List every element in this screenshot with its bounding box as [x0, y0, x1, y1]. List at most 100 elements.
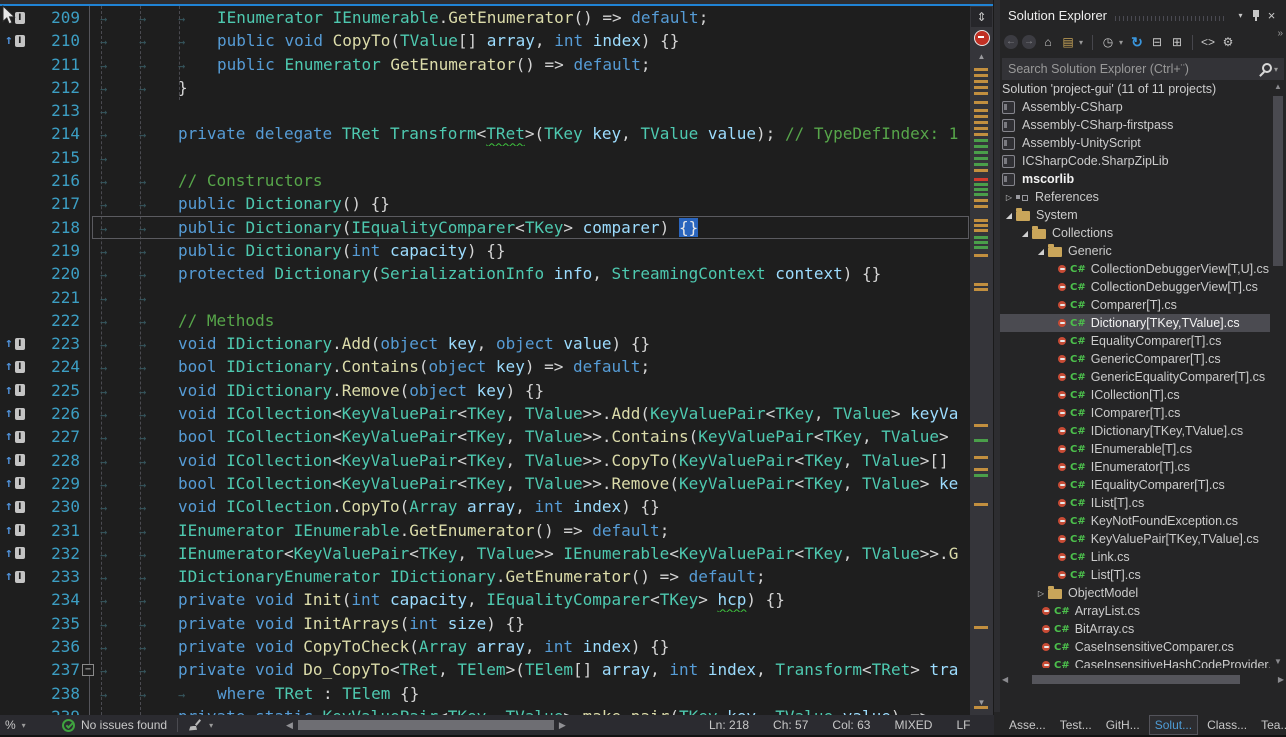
panel-tab[interactable]: Asse... — [1004, 716, 1051, 734]
tree-item[interactable]: ◢System — [1000, 206, 1270, 224]
eol-indicator[interactable]: LF — [956, 718, 970, 732]
code-line[interactable]: 216→→// Constructors — [0, 169, 970, 192]
document-health-icon[interactable] — [974, 30, 990, 46]
implements-interface-icon[interactable]: ↑I — [5, 430, 25, 443]
line-indicator[interactable]: Ln: 218 — [709, 718, 749, 732]
search-input[interactable]: Search Solution Explorer (Ctrl+¨) — [1008, 62, 1255, 76]
code-line[interactable]: 211→→→public Enumerator GetEnumerator() … — [0, 53, 970, 76]
implements-interface-icon[interactable]: ↑I — [5, 500, 25, 513]
code-line[interactable]: 214→→private delegate TRet Transform<TRe… — [0, 122, 970, 145]
close-icon[interactable]: × — [1263, 8, 1280, 23]
tree-item[interactable]: mscorlib — [1000, 170, 1270, 188]
scroll-up-icon[interactable]: ▲ — [1271, 82, 1285, 91]
pin-icon[interactable] — [1249, 8, 1263, 23]
code-line[interactable]: ↑I228→→void ICollection<KeyValuePair<TKe… — [0, 449, 970, 472]
tree-item[interactable]: C#IDictionary[TKey,TValue].cs — [1000, 422, 1270, 440]
tree-item[interactable]: C#KeyValuePair[TKey,TValue].cs — [1000, 530, 1270, 548]
forward-icon[interactable]: → — [1022, 35, 1036, 49]
tree-item[interactable]: C#CaseInsensitiveComparer.cs — [1000, 638, 1270, 656]
tree-item[interactable]: C#GenericEqualityComparer[T].cs — [1000, 368, 1270, 386]
editor-scrollbar[interactable] — [970, 6, 993, 715]
tree-item[interactable]: C#Dictionary[TKey,TValue].cs — [1000, 314, 1270, 332]
scroll-down-icon[interactable]: ▼ — [1271, 657, 1285, 666]
character-indicator[interactable]: Ch: 57 — [773, 718, 808, 732]
tree-item[interactable]: C#ICollection[T].cs — [1000, 386, 1270, 404]
code-line[interactable]: 221→→ — [0, 286, 970, 309]
search-box[interactable]: Search Solution Explorer (Ctrl+¨) ▾ — [1002, 58, 1284, 80]
tree-item[interactable]: C#EqualityComparer[T].cs — [1000, 332, 1270, 350]
tree-item[interactable]: ICSharpCode.SharpZipLib — [1000, 152, 1270, 170]
implements-interface-icon[interactable]: ↑I — [5, 454, 25, 467]
tree-item[interactable]: C#List[T].cs — [1000, 566, 1270, 584]
code-line[interactable]: 239→→private static KeyValuePair<TKey, T… — [0, 705, 970, 715]
code-line[interactable]: ↑I230→→void ICollection.CopyTo(Array arr… — [0, 495, 970, 518]
scroll-right-icon[interactable]: ▶ — [559, 720, 566, 731]
code-line[interactable]: ↑I210→→→public void CopyTo(TValue[] arra… — [0, 29, 970, 52]
chevron-collapsed-icon[interactable]: ▷ — [1002, 193, 1016, 202]
chevron-down-icon[interactable]: ▾ — [1077, 38, 1085, 47]
tree-item[interactable]: Assembly-UnityScript — [1000, 134, 1270, 152]
implements-interface-icon[interactable]: ↑I — [5, 407, 25, 420]
panel-tab[interactable]: GitH... — [1101, 716, 1145, 734]
properties-icon[interactable]: ⚙ — [1220, 35, 1236, 49]
window-position-icon[interactable]: ▾ — [1232, 11, 1249, 20]
implements-interface-icon[interactable]: ↑I — [5, 34, 25, 47]
chevron-collapsed-icon[interactable]: ▷ — [1034, 589, 1048, 598]
code-line[interactable]: 212→→} — [0, 76, 970, 99]
toolbar-overflow-icon[interactable]: » — [1277, 28, 1283, 39]
tree-horizontal-scrollbar[interactable]: ◀ ▶ — [1002, 672, 1284, 686]
back-icon[interactable]: ← — [1004, 35, 1018, 49]
code-line[interactable]: 234→→private void Init(int capacity, IEq… — [0, 588, 970, 611]
code-line[interactable]: 222→→// Methods — [0, 309, 970, 332]
tree-item[interactable]: ▷ObjectModel — [1000, 584, 1270, 602]
fold-collapse-icon[interactable]: − — [82, 664, 94, 676]
code-line[interactable]: 213→ — [0, 99, 970, 122]
panel-tab[interactable]: Class... — [1202, 716, 1252, 734]
editor-split-handle-icon[interactable]: ⇕ — [971, 7, 992, 27]
chevron-expanded-icon[interactable]: ◢ — [1002, 211, 1016, 220]
tree-item[interactable]: ◢Generic — [1000, 242, 1270, 260]
panel-tab[interactable]: Solut... — [1149, 715, 1198, 735]
code-line[interactable]: 219→→public Dictionary(int capacity) {} — [0, 239, 970, 262]
tree-item[interactable]: C#Link.cs — [1000, 548, 1270, 566]
tree-item[interactable]: C#BitArray.cs — [1000, 620, 1270, 638]
code-line[interactable]: ↑I224→→bool IDictionary.Contains(object … — [0, 355, 970, 378]
issues-indicator[interactable]: No issues found ▾ — [62, 715, 213, 735]
encoding-indicator[interactable]: MIXED — [894, 718, 932, 732]
chevron-down-icon[interactable]: ▾ — [1117, 38, 1125, 47]
search-icon[interactable] — [1259, 63, 1272, 76]
tree-item[interactable]: C#CollectionDebuggerView[T,U].cs — [1000, 260, 1270, 278]
code-line[interactable]: 238→→→where TRet : TElem {} — [0, 682, 970, 705]
code-line[interactable]: ↑I229→→bool ICollection<KeyValuePair<TKe… — [0, 472, 970, 495]
code-line[interactable]: 237−→→private void Do_CopyTo<TRet, TElem… — [0, 658, 970, 681]
code-line[interactable]: 235→→private void InitArrays(int size) {… — [0, 612, 970, 635]
tree-item[interactable]: Assembly-CSharp-firstpass — [1000, 116, 1270, 134]
chevron-expanded-icon[interactable]: ◢ — [1034, 247, 1048, 256]
editor-code-area[interactable]: ↑I209→→→IEnumerator IEnumerable.GetEnume… — [0, 6, 970, 715]
code-line[interactable]: 215→ — [0, 146, 970, 169]
column-indicator[interactable]: Col: 63 — [832, 718, 870, 732]
code-line[interactable]: ↑I233→→IDictionaryEnumerator IDictionary… — [0, 565, 970, 588]
implements-interface-icon[interactable]: ↑I — [5, 547, 25, 560]
tree-item[interactable]: C#IEqualityComparer[T].cs — [1000, 476, 1270, 494]
code-line[interactable]: 220→→protected Dictionary(SerializationI… — [0, 262, 970, 285]
switch-views-icon[interactable]: ▤ — [1060, 35, 1076, 49]
collapse-all-icon[interactable]: ⊟ — [1149, 35, 1165, 49]
tree-vertical-scrollbar[interactable]: ▲ ▼ — [1271, 82, 1285, 666]
scroll-up-icon[interactable]: ▲ — [970, 52, 993, 61]
code-line[interactable]: ↑I227→→bool ICollection<KeyValuePair<TKe… — [0, 425, 970, 448]
tree-item[interactable]: C#Comparer[T].cs — [1000, 296, 1270, 314]
code-line[interactable]: ↑I232→→IEnumerator<KeyValuePair<TKey, TV… — [0, 542, 970, 565]
scroll-right-icon[interactable]: ▶ — [1278, 675, 1284, 684]
tree-item[interactable]: Solution 'project-gui' (11 of 11 project… — [1000, 80, 1270, 98]
zoom-control[interactable]: % ▾ — [5, 715, 26, 735]
tree-item[interactable]: C#IList[T].cs — [1000, 494, 1270, 512]
code-line[interactable]: ↑I231→→IEnumerator IEnumerable.GetEnumer… — [0, 519, 970, 542]
code-line[interactable]: 217→→public Dictionary() {} — [0, 192, 970, 215]
code-line[interactable]: ↑I226→→void ICollection<KeyValuePair<TKe… — [0, 402, 970, 425]
search-dropdown-icon[interactable]: ▾ — [1274, 65, 1278, 74]
tree-item[interactable]: C#GenericComparer[T].cs — [1000, 350, 1270, 368]
tree-item[interactable]: C#CaseInsensitiveHashCodeProvider.cs — [1000, 656, 1270, 668]
implements-interface-icon[interactable]: ↑I — [5, 384, 25, 397]
implements-interface-icon[interactable]: ↑I — [5, 570, 25, 583]
